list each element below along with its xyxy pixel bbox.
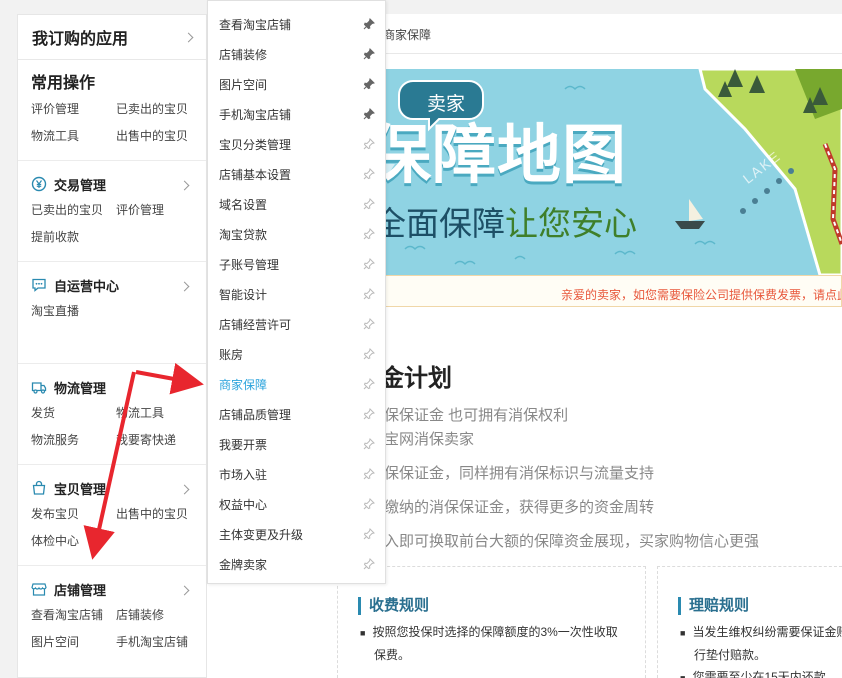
pin-icon[interactable] [363, 168, 375, 180]
trade-link[interactable]: 提前收款 [31, 224, 116, 251]
store-section: 店铺管理 查看淘宝店铺 店铺装修 图片空间 手机淘宝店铺 [18, 566, 206, 666]
goods-link[interactable]: 发布宝贝 [31, 501, 116, 528]
pin-icon[interactable] [363, 558, 375, 570]
banner-subtitle: 全面保障让您安心 [373, 205, 637, 242]
self-operation-link[interactable]: 淘宝直播 [31, 298, 116, 325]
pin-filled-icon[interactable] [363, 48, 375, 60]
claim-rule-title: 理赔规则 [678, 597, 749, 615]
logistics-title[interactable]: 物流管理 [31, 374, 206, 400]
fee-rule-title: 收费规则 [358, 597, 429, 615]
plan-line: 宝网消保卖家 [384, 431, 475, 448]
bag-icon [31, 480, 47, 496]
common-actions-title: 常用操作 [31, 75, 96, 92]
invoice-notice[interactable]: 亲爱的卖家，如您需要保险公司提供保费发票，请点此 [365, 275, 842, 307]
chat-icon [31, 277, 47, 293]
menu-item[interactable]: 金牌卖家 [208, 549, 385, 579]
pin-icon[interactable] [363, 288, 375, 300]
logistics-link[interactable]: 我要寄快递 [116, 427, 201, 454]
banner-title: 保障地图 [367, 119, 627, 191]
common-link[interactable]: 出售中的宝贝 [116, 123, 201, 150]
goods-link[interactable]: 出售中的宝贝 [116, 501, 201, 528]
claim-rule-card: 理赔规则 ■ 当发生维权纠纷需要保证金赔 行垫付赔款。 ■ 您需要至少在15天内还款 [657, 566, 842, 678]
logistics-link[interactable]: 发货 [31, 400, 116, 427]
menu-item[interactable]: 查看淘宝店铺 [208, 9, 385, 39]
menu-item[interactable]: 商家保障 [208, 369, 385, 399]
store-management-dropdown: 查看淘宝店铺 店铺装修 图片空间 手机淘宝店铺 宝贝分类管理 店铺基本设置 域名设置 淘宝贷款… [207, 0, 386, 584]
menu-item[interactable]: 子账号管理 [208, 249, 385, 279]
menu-item[interactable]: 店铺装修 [208, 39, 385, 69]
logistics-link[interactable]: 物流服务 [31, 427, 116, 454]
banner-badge: 卖家 [426, 94, 465, 115]
menu-item[interactable]: 图片空间 [208, 69, 385, 99]
common-link[interactable]: 评价管理 [31, 96, 116, 123]
plan-line: 入即可换取前台大额的保障资金展现，买家购物信心更强 [384, 533, 760, 550]
pin-icon[interactable] [363, 138, 375, 150]
goods-link[interactable]: 体检中心 [31, 528, 116, 555]
fee-rule-text: ■ 按照您投保时选择的保障额度的3%一次性收取 保费。 [360, 625, 618, 662]
store-icon [31, 581, 47, 597]
menu-item[interactable]: 手机淘宝店铺 [208, 99, 385, 129]
menu-item[interactable]: 域名设置 [208, 189, 385, 219]
pin-icon[interactable] [363, 258, 375, 270]
my-apps-title: 我订购的应用 [32, 31, 129, 48]
menu-item[interactable]: 我要开票 [208, 429, 385, 459]
pin-icon[interactable] [363, 468, 375, 480]
pin-icon[interactable] [363, 348, 375, 360]
pin-icon[interactable] [363, 318, 375, 330]
pin-icon[interactable] [363, 228, 375, 240]
store-link[interactable]: 手机淘宝店铺 [116, 629, 201, 656]
pin-filled-icon[interactable] [363, 78, 375, 90]
logistics-section: 物流管理 发货 物流工具 物流服务 我要寄快递 [18, 364, 206, 465]
plan-line: 缴纳的消保保证金，获得更多的资金周转 [384, 499, 655, 516]
guarantee-banner[interactable]: 卖家 LAKE 保障地图 全面保障让您安心 [365, 69, 842, 275]
yen-icon [31, 176, 47, 192]
menu-item[interactable]: 宝贝分类管理 [208, 129, 385, 159]
menu-item[interactable]: 淘宝贷款 [208, 219, 385, 249]
pin-icon[interactable] [363, 378, 375, 390]
store-link[interactable]: 店铺装修 [116, 602, 201, 629]
menu-item[interactable]: 账房 [208, 339, 385, 369]
plan-line: 保保证金 也可拥有消保权利 [384, 407, 569, 424]
menu-item[interactable]: 市场入驻 [208, 459, 385, 489]
trade-link[interactable]: 评价管理 [116, 197, 201, 224]
my-apps-header[interactable]: 我订购的应用 [18, 15, 206, 60]
trade-section: 交易管理 已卖出的宝贝 评价管理 提前收款 [18, 161, 206, 262]
menu-item[interactable]: 权益中心 [208, 489, 385, 519]
logistics-link[interactable]: 物流工具 [116, 400, 201, 427]
chevron-right-icon [183, 32, 194, 42]
pin-icon[interactable] [363, 528, 375, 540]
menu-item[interactable]: 店铺经营许可 [208, 309, 385, 339]
menu-item[interactable]: 店铺品质管理 [208, 399, 385, 429]
trade-link[interactable]: 已卖出的宝贝 [31, 197, 116, 224]
pin-filled-icon[interactable] [363, 108, 375, 120]
store-link[interactable]: 查看淘宝店铺 [31, 602, 116, 629]
pin-icon[interactable] [363, 498, 375, 510]
claim-rule-text: ■ 当发生维权纠纷需要保证金赔 行垫付赔款。 ■ 您需要至少在15天内还款 [680, 625, 842, 678]
common-actions-section: 常用操作 评价管理 已卖出的宝贝 物流工具 出售中的宝贝 [18, 60, 206, 161]
self-operation-section: 自运营中心 淘宝直播 [18, 262, 206, 364]
common-link[interactable]: 物流工具 [31, 123, 116, 150]
menu-item[interactable]: 智能设计 [208, 279, 385, 309]
plan-line: 保保证金，同样拥有消保标识与流量支持 [384, 465, 655, 482]
plan-title: 金计划 [380, 365, 452, 392]
menu-item[interactable]: 主体变更及升级 [208, 519, 385, 549]
menu-item[interactable]: 店铺基本设置 [208, 159, 385, 189]
sidebar: 我订购的应用 常用操作 评价管理 已卖出的宝贝 物流工具 出售中的宝贝 交易管理… [17, 14, 207, 678]
pin-icon[interactable] [363, 408, 375, 420]
store-link[interactable]: 图片空间 [31, 629, 116, 656]
pin-icon[interactable] [363, 438, 375, 450]
common-link[interactable]: 已卖出的宝贝 [116, 96, 201, 123]
pin-icon[interactable] [363, 198, 375, 210]
breadcrumb[interactable]: 商家保障 [383, 26, 431, 43]
goods-section: 宝贝管理 发布宝贝 出售中的宝贝 体检中心 [18, 465, 206, 566]
pin-filled-icon[interactable] [363, 18, 375, 30]
truck-icon [31, 379, 47, 395]
